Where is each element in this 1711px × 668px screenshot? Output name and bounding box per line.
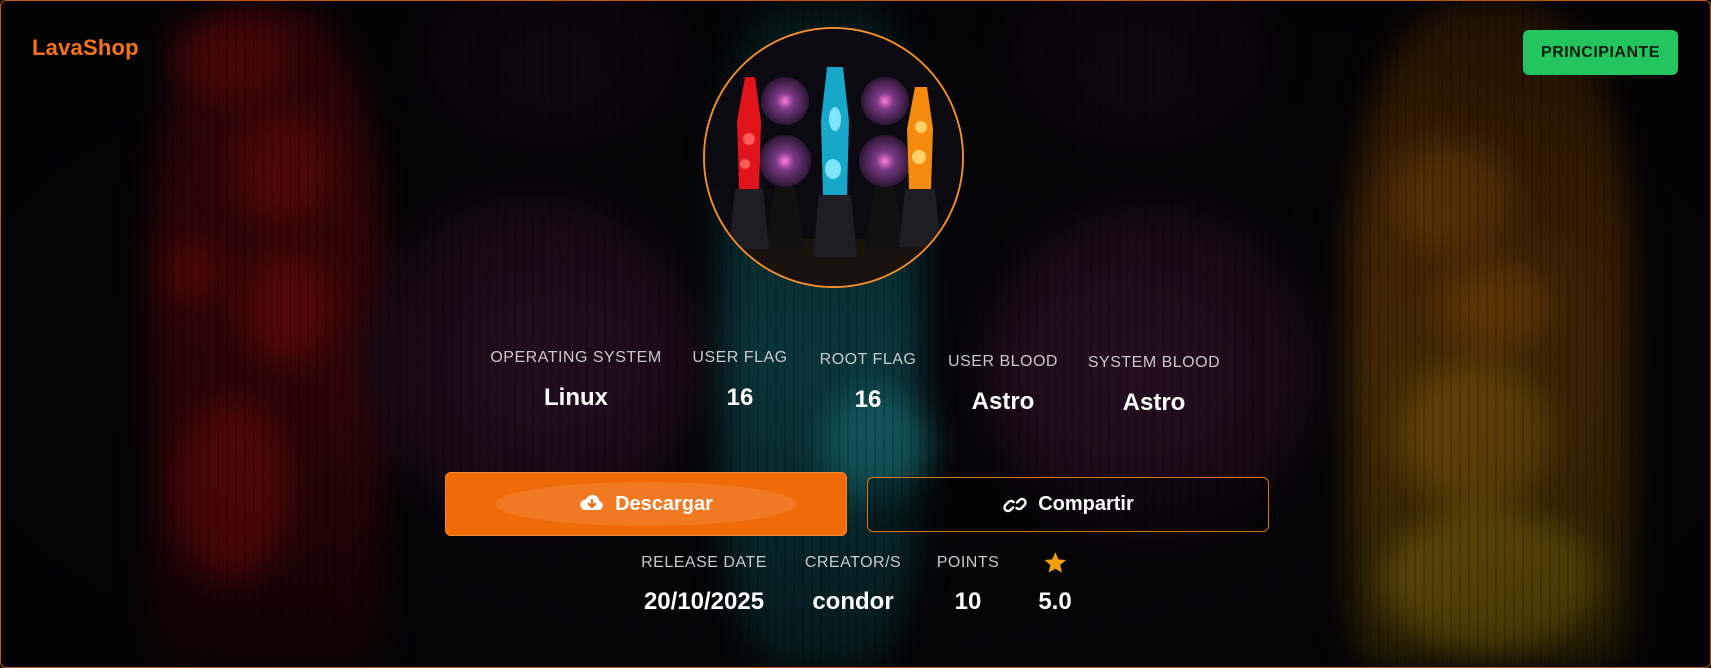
meta-value: condor xyxy=(812,588,894,615)
stat-label: SYSTEM BLOOD xyxy=(1087,354,1221,371)
meta-label: POINTS xyxy=(936,554,1000,571)
link-icon xyxy=(1002,494,1028,516)
meta-value: 20/10/2025 xyxy=(643,588,765,615)
brand-logo[interactable]: LavaShop xyxy=(32,35,139,61)
lava-lamps-illustration xyxy=(705,29,962,286)
star-icon xyxy=(1038,550,1071,574)
stat-label: USER BLOOD xyxy=(948,353,1058,370)
machine-avatar xyxy=(703,27,964,288)
share-button[interactable]: Compartir xyxy=(867,477,1269,532)
stat-value: Astro xyxy=(971,388,1035,415)
meta-release-date: RELEASE DATE 20/10/2025 xyxy=(641,554,767,616)
stat-value: Linux xyxy=(544,384,608,411)
stat-label: USER FLAG xyxy=(692,349,788,366)
stat-user-blood: USER BLOOD Astro xyxy=(948,353,1058,416)
stat-operating-system: OPERATING SYSTEM Linux xyxy=(490,349,661,412)
machine-card: LavaShop PRINCIPIANTE OPERATING SYSTEM L… xyxy=(0,0,1711,668)
stat-value: 16 xyxy=(854,386,882,413)
meta-points: POINTS 10 xyxy=(937,554,1000,616)
meta-value: 10 xyxy=(954,588,982,615)
download-label: Descargar xyxy=(615,492,713,515)
stat-user-flag: USER FLAG 16 xyxy=(692,349,787,412)
meta-label: CREATOR/S xyxy=(804,554,902,571)
stat-system-blood: SYSTEM BLOOD Astro xyxy=(1088,354,1220,417)
machine-meta: RELEASE DATE 20/10/2025 CREATOR/S condor… xyxy=(1,552,1710,634)
machine-stats: OPERATING SYSTEM Linux USER FLAG 16 ROOT… xyxy=(1,349,1710,429)
cloud-download-icon xyxy=(579,493,605,515)
rating-value: 5.0 xyxy=(1038,588,1072,615)
stat-label: OPERATING SYSTEM xyxy=(490,349,662,366)
share-label: Compartir xyxy=(1038,493,1134,515)
difficulty-badge[interactable]: PRINCIPIANTE xyxy=(1523,30,1678,75)
stat-label: ROOT FLAG xyxy=(819,351,917,368)
stat-root-flag: ROOT FLAG 16 xyxy=(820,351,917,414)
meta-rating: 5.0 xyxy=(1038,550,1072,616)
stat-value: 16 xyxy=(726,384,754,411)
stat-value: Astro xyxy=(1122,389,1186,416)
download-button[interactable]: Descargar xyxy=(445,472,847,536)
meta-label: RELEASE DATE xyxy=(641,554,767,571)
meta-creators: CREATOR/S condor xyxy=(805,554,901,616)
